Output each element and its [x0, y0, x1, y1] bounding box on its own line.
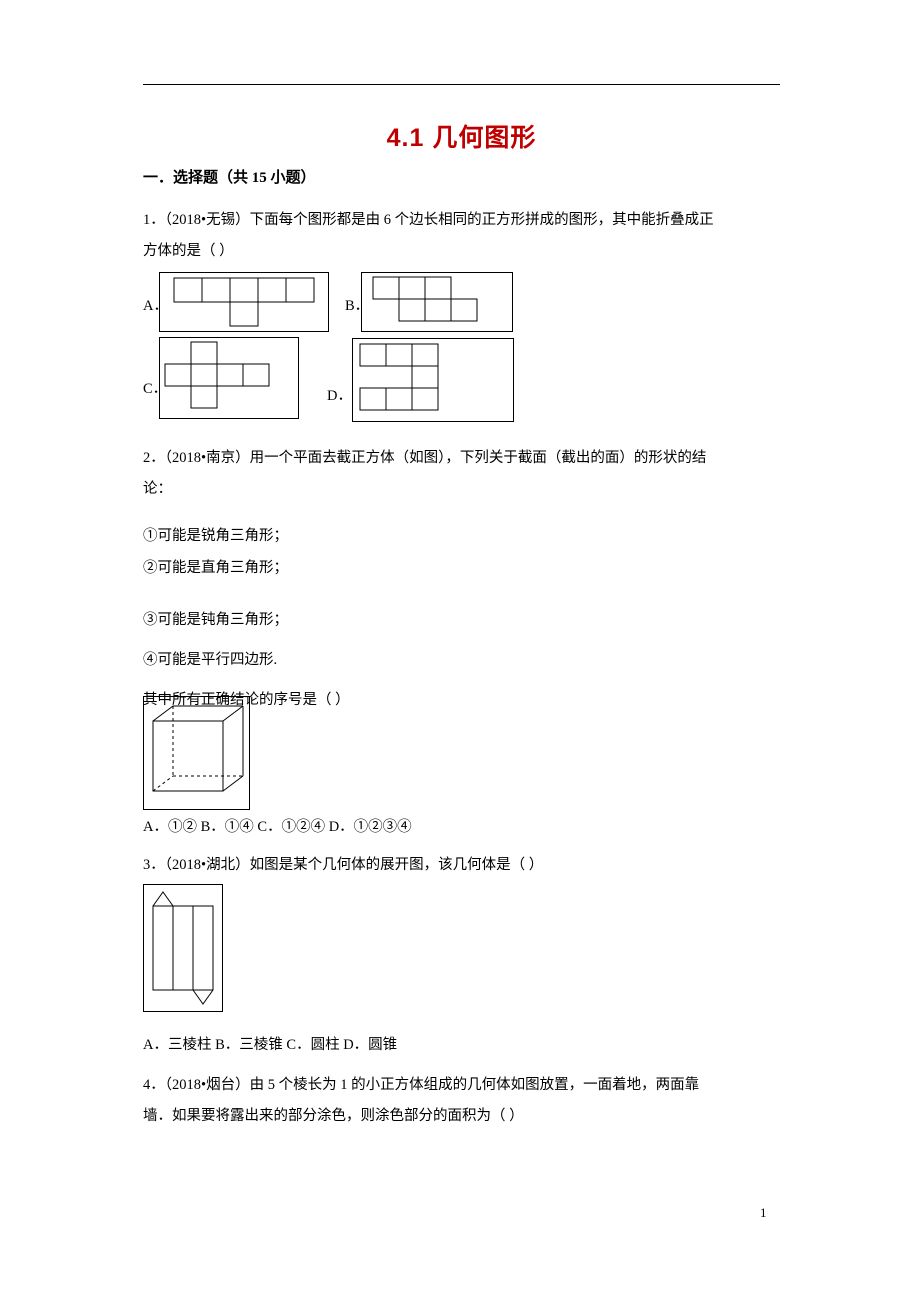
question-4-line1: 4．（2018•烟台）由 5 个棱长为 1 的小正方体组成的几何体如图放置，一面… — [143, 1077, 700, 1093]
question-1-figure-a — [159, 272, 329, 332]
question-2-item-3: ③可能是钝角三角形； — [143, 612, 288, 628]
question-2-figure-cube — [143, 696, 250, 810]
question-2-answers: A．①② B．①④ C．①②④ D．①②③④ — [143, 819, 412, 835]
document-page: 4.1 几何图形 一．选择题（共 15 小题） 1．（2018•无锡）下面每个图… — [0, 0, 920, 1302]
question-3-figure-net — [143, 884, 223, 1012]
question-1-choice-d-label: D． — [327, 388, 352, 404]
section-heading: 一．选择题（共 15 小题） — [143, 170, 316, 186]
question-4-line2: 墙．如果要将露出来的部分涂色，则涂色部分的面积为（ ） — [143, 1108, 524, 1124]
question-1-figure-b — [361, 272, 513, 332]
question-1-figure-d — [352, 338, 514, 422]
question-2-item-2: ②可能是直角三角形； — [143, 560, 288, 576]
question-3-answers: A．三棱柱 B．三棱锥 C．圆柱 D．圆锥 — [143, 1037, 398, 1053]
question-2-line2: 论： — [143, 481, 172, 497]
question-1-figure-c — [159, 337, 299, 419]
header-rule — [143, 84, 780, 85]
question-3-line1: 3．（2018•湖北）如图是某个几何体的展开图，该几何体是（ ） — [143, 857, 544, 873]
question-1-line1: 1．（2018•无锡）下面每个图形都是由 6 个边长相同的正方形拼成的图形，其中… — [143, 212, 714, 228]
question-1-line2: 方体的是（ ） — [143, 243, 234, 259]
page-number: 1 — [760, 1205, 767, 1220]
question-2-item-4: ④可能是平行四边形. — [143, 652, 278, 668]
page-title: 4.1 几何图形 — [386, 124, 537, 152]
question-2-item-1: ①可能是锐角三角形； — [143, 528, 288, 544]
question-2-line1: 2．（2018•南京）用一个平面去截正方体（如图），下列关于截面（截出的面）的形… — [143, 450, 707, 466]
